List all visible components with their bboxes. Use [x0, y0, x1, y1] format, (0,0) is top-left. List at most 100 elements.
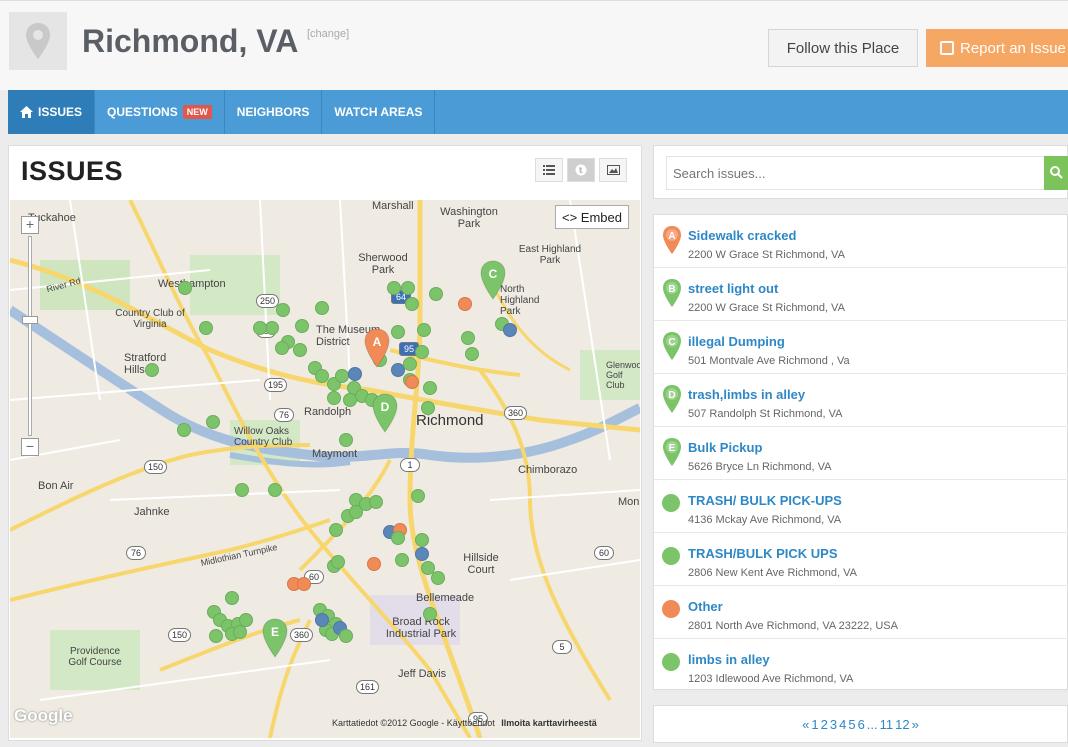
map-issue-dot[interactable] — [423, 607, 437, 621]
map-issue-dot[interactable] — [339, 629, 353, 643]
issue-title-link[interactable]: TRASH/ BULK PICK-UPS — [688, 493, 842, 508]
list-view-button[interactable] — [535, 158, 563, 182]
map-issue-dot[interactable] — [421, 401, 435, 415]
issue-list-item[interactable]: A Sidewalk cracked 2200 W Grace St Richmon… — [654, 215, 1068, 268]
map-issue-dot[interactable] — [429, 287, 443, 301]
map-issue-dot[interactable] — [177, 423, 191, 437]
map-issue-dot[interactable] — [276, 303, 290, 317]
map-issue-dot[interactable] — [253, 321, 267, 335]
image-view-button[interactable] — [599, 158, 627, 182]
zoom-in-button[interactable]: + — [21, 216, 39, 234]
map-issue-pin[interactable]: D — [372, 393, 398, 433]
map-issue-dot[interactable] — [405, 375, 419, 389]
issue-title-link[interactable]: Other — [688, 599, 723, 614]
map-issue-dot[interactable] — [387, 281, 401, 295]
issue-list-item[interactable]: Dtrash,limbs in alley 507 Randolph St Ric… — [654, 374, 1068, 427]
report-issue-button[interactable]: Report an Issue — [926, 29, 1068, 67]
map-issue-dot[interactable] — [349, 505, 363, 519]
map-issue-dot[interactable] — [417, 323, 431, 337]
nav-tab-neighbors[interactable]: NEIGHBORS — [225, 90, 323, 134]
issue-title-link[interactable]: limbs in alley — [688, 652, 770, 667]
zoom-slider-track[interactable] — [28, 236, 32, 436]
issue-title-link[interactable]: illegal Dumping — [688, 334, 785, 349]
map-issue-dot[interactable] — [315, 613, 329, 627]
issue-title-link[interactable]: trash,limbs in alley — [688, 387, 805, 402]
map-issue-dot[interactable] — [348, 367, 362, 381]
follow-place-button[interactable]: Follow this Place — [768, 29, 918, 67]
nav-tab-watch-areas[interactable]: WATCH AREAS — [322, 90, 436, 134]
map-issue-dot[interactable] — [415, 345, 429, 359]
pagination-page[interactable]: 5 — [848, 717, 855, 732]
map-issue-dot[interactable] — [235, 483, 249, 497]
map-issue-dot[interactable] — [335, 369, 349, 383]
map-issue-dot[interactable] — [297, 577, 311, 591]
map-issue-dot[interactable] — [405, 297, 419, 311]
report-map-error-link[interactable]: Ilmoita karttavirheestä — [501, 718, 597, 728]
pagination-page[interactable]: 4 — [839, 717, 846, 732]
map-issue-dot[interactable] — [199, 321, 213, 335]
issues-map[interactable]: Tuckahoe Westhampton Country Club of Vir… — [10, 200, 640, 738]
map-issue-dot[interactable] — [391, 325, 405, 339]
map-issue-dot[interactable] — [343, 393, 357, 407]
map-view-button[interactable] — [567, 158, 595, 182]
map-issue-dot[interactable] — [178, 281, 192, 295]
map-issue-dot[interactable] — [403, 357, 417, 371]
issue-title-link[interactable]: TRASH/BULK PICK UPS — [688, 546, 838, 561]
search-button[interactable] — [1044, 156, 1068, 190]
map-issue-dot[interactable] — [395, 553, 409, 567]
change-place-link[interactable]: [change] — [307, 28, 349, 40]
map-issue-pin[interactable]: C — [480, 260, 506, 300]
issue-title-link[interactable]: street light out — [688, 281, 778, 296]
issue-list-item[interactable]: E Bulk Pickup 5626 Bryce Ln Richmond, VA — [654, 427, 1068, 480]
map-issue-dot[interactable] — [339, 433, 353, 447]
map-issue-dot[interactable] — [329, 523, 343, 537]
map-issue-dot[interactable] — [423, 381, 437, 395]
map-issue-dot[interactable] — [431, 571, 445, 585]
map-terms-link[interactable]: Karttatiedot ©2012 Google - Käyttöehdot — [332, 718, 495, 728]
map-issue-pin[interactable]: E — [262, 618, 288, 658]
map-issue-dot[interactable] — [331, 555, 345, 569]
nav-tab-questions[interactable]: QUESTIONS NEW — [95, 90, 225, 134]
issue-list-item[interactable]: TRASH/BULK PICK UPS 2806 New Kent Ave Ric… — [654, 533, 1068, 586]
nav-tab-issues[interactable]: ISSUES — [8, 90, 96, 134]
map-issue-dot[interactable] — [415, 533, 429, 547]
issue-list-item[interactable]: TRASH/ BULK PICK-UPS 4136 Mckay Ave Richm… — [654, 480, 1068, 533]
map-issue-dot[interactable] — [461, 331, 475, 345]
map-issue-dot[interactable] — [458, 297, 472, 311]
map-issue-dot[interactable] — [293, 343, 307, 357]
pagination-prev[interactable]: « — [802, 717, 809, 732]
map-issue-pin[interactable]: A — [364, 328, 390, 368]
pagination-page[interactable]: 1 — [811, 717, 818, 732]
map-issue-dot[interactable] — [415, 547, 429, 561]
map-issue-dot[interactable] — [209, 629, 223, 643]
pagination-page[interactable]: 3 — [830, 717, 837, 732]
issue-list-item[interactable]: Other 2801 North Ave Richmond, VA 23222, … — [654, 586, 1068, 639]
issue-title-link[interactable]: Sidewalk cracked — [688, 228, 796, 243]
map-issue-dot[interactable] — [265, 321, 279, 335]
map-issue-dot[interactable] — [391, 531, 405, 545]
map-issue-dot[interactable] — [268, 483, 282, 497]
map-issue-dot[interactable] — [225, 591, 239, 605]
map-issue-dot[interactable] — [327, 391, 341, 405]
map-issue-dot[interactable] — [503, 323, 517, 337]
map-issue-dot[interactable] — [401, 281, 415, 295]
map-issue-dot[interactable] — [295, 319, 309, 333]
zoom-slider-thumb[interactable] — [22, 316, 38, 324]
pagination-page[interactable]: 12 — [895, 717, 909, 732]
map-issue-dot[interactable] — [206, 415, 220, 429]
map-issue-dot[interactable] — [233, 625, 247, 639]
pagination-next[interactable]: » — [912, 717, 919, 732]
map-issue-dot[interactable] — [145, 363, 159, 377]
search-input[interactable] — [666, 156, 1046, 190]
issue-list-item[interactable]: limbs in alley 1203 Idlewood Ave Richmond… — [654, 639, 1068, 692]
embed-button[interactable]: <> Embed — [555, 205, 629, 229]
map-issue-dot[interactable] — [411, 489, 425, 503]
issue-list-item[interactable]: Bstreet light out 2200 W Grace St Richmon… — [654, 268, 1068, 321]
pagination-page[interactable]: 2 — [821, 717, 828, 732]
zoom-out-button[interactable]: − — [21, 438, 39, 456]
issue-list-item[interactable]: Cillegal Dumping 501 Montvale Ave Richmon… — [654, 321, 1068, 374]
map-issue-dot[interactable] — [367, 557, 381, 571]
map-issue-dot[interactable] — [369, 495, 383, 509]
map-issue-dot[interactable] — [275, 341, 289, 355]
map-issue-dot[interactable] — [465, 347, 479, 361]
